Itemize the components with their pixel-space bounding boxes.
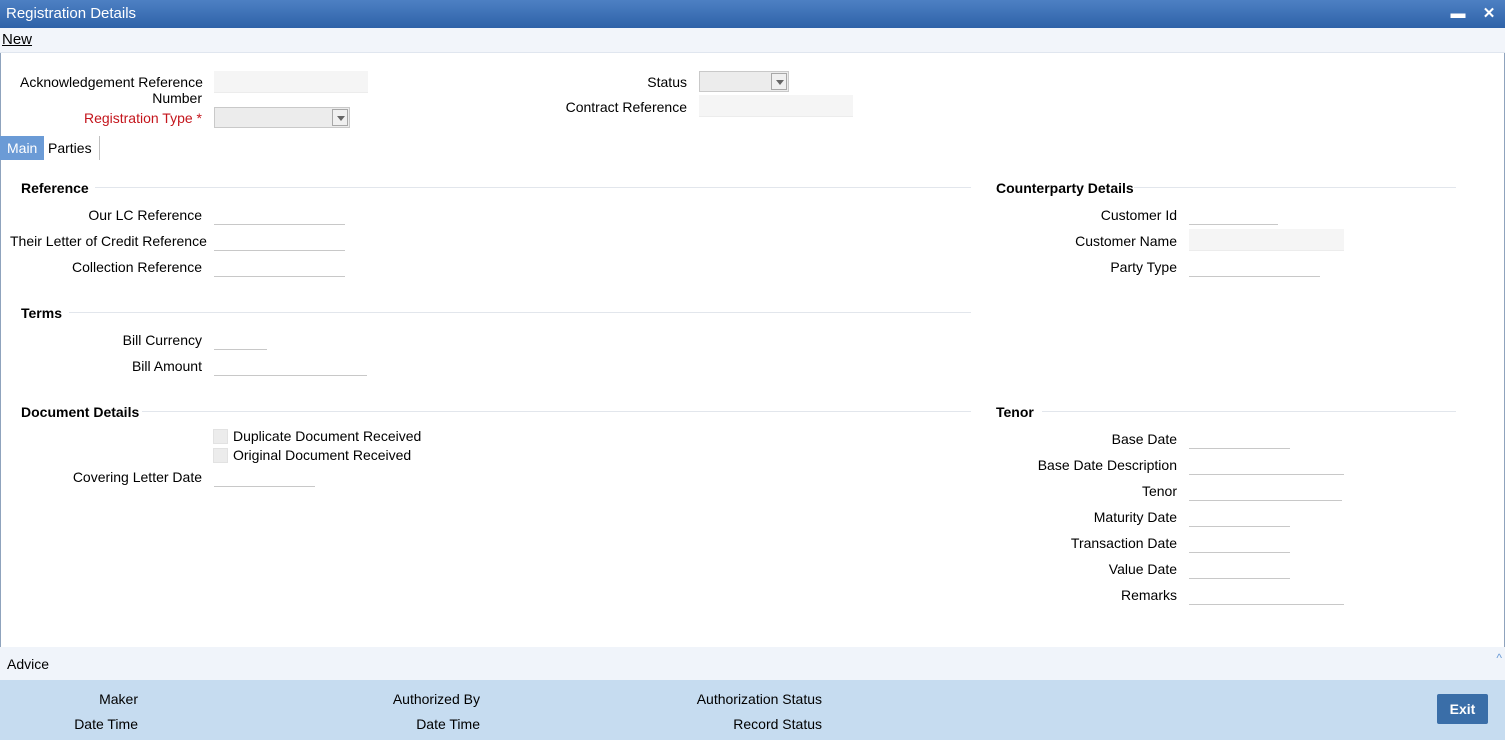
menu-bar: New bbox=[0, 28, 1505, 53]
base-date-input[interactable] bbox=[1189, 427, 1290, 449]
customer-id-input[interactable] bbox=[1189, 203, 1278, 225]
maturity-date-input[interactable] bbox=[1189, 505, 1290, 527]
value-date-input[interactable] bbox=[1189, 557, 1290, 579]
maker-label: Maker bbox=[99, 691, 138, 707]
ack-ref-input[interactable] bbox=[214, 71, 368, 93]
required-marker: * bbox=[196, 110, 202, 126]
terms-section-title: Terms bbox=[21, 305, 62, 321]
our-lc-ref-input[interactable] bbox=[214, 203, 345, 225]
collection-ref-input[interactable] bbox=[214, 255, 345, 277]
value-date-label: Value Date bbox=[1108, 561, 1177, 577]
record-status-label: Record Status bbox=[733, 716, 822, 732]
window-titlebar: Registration Details ▬ ✕ bbox=[0, 0, 1505, 28]
section-divider bbox=[69, 312, 971, 313]
maturity-date-label: Maturity Date bbox=[1093, 509, 1177, 525]
section-divider bbox=[95, 187, 971, 188]
exit-button[interactable]: Exit bbox=[1437, 694, 1488, 724]
transaction-date-input[interactable] bbox=[1189, 531, 1290, 553]
maker-date-time-label: Date Time bbox=[74, 716, 138, 732]
duplicate-doc-label: Duplicate Document Received bbox=[233, 428, 422, 444]
tab-main[interactable]: Main bbox=[0, 136, 45, 160]
reference-section-title: Reference bbox=[21, 180, 89, 196]
party-type-label: Party Type bbox=[1110, 259, 1177, 275]
their-lc-ref-input[interactable] bbox=[214, 229, 345, 251]
transaction-date-label: Transaction Date bbox=[1070, 535, 1177, 551]
customer-name-input[interactable] bbox=[1189, 229, 1344, 251]
status-select[interactable] bbox=[699, 71, 789, 92]
bill-currency-label: Bill Currency bbox=[122, 332, 202, 348]
status-label: Status bbox=[647, 74, 687, 90]
reg-type-select[interactable] bbox=[214, 107, 350, 128]
counterparty-section-title: Counterparty Details bbox=[996, 180, 1134, 196]
bill-amount-label: Bill Amount bbox=[131, 358, 202, 374]
original-doc-label: Original Document Received bbox=[233, 447, 412, 463]
base-date-label: Base Date bbox=[1111, 431, 1177, 447]
authorized-by-label: Authorized By bbox=[392, 691, 480, 707]
duplicate-doc-checkbox[interactable] bbox=[213, 429, 228, 444]
bill-currency-input[interactable] bbox=[214, 328, 267, 350]
new-link[interactable]: New bbox=[2, 31, 32, 48]
covering-letter-date-label: Covering Letter Date bbox=[72, 469, 202, 485]
advice-label: Advice bbox=[7, 656, 50, 672]
tenor-input[interactable] bbox=[1189, 479, 1342, 501]
tenor-label: Tenor bbox=[1141, 483, 1177, 499]
remarks-input[interactable] bbox=[1189, 583, 1344, 605]
customer-name-label: Customer Name bbox=[1075, 233, 1177, 249]
original-doc-checkbox[interactable] bbox=[213, 448, 228, 463]
their-lc-ref-label: Their Letter of Credit Reference bbox=[10, 233, 207, 249]
customer-id-label: Customer Id bbox=[1100, 207, 1177, 223]
window-title: Registration Details bbox=[6, 5, 137, 22]
chevron-down-icon[interactable] bbox=[332, 109, 348, 126]
section-divider bbox=[142, 411, 971, 412]
section-divider bbox=[1134, 187, 1456, 188]
chevron-down-icon[interactable] bbox=[771, 73, 787, 90]
bill-amount-input[interactable] bbox=[214, 354, 367, 376]
covering-letter-date-input[interactable] bbox=[214, 465, 315, 487]
contract-ref-label: Contract Reference bbox=[565, 99, 687, 115]
document-section-title: Document Details bbox=[21, 404, 140, 420]
base-date-desc-input[interactable] bbox=[1189, 453, 1344, 475]
tenor-section-title: Tenor bbox=[996, 404, 1034, 420]
remarks-label: Remarks bbox=[1120, 587, 1177, 603]
reg-type-label: Registration Type * bbox=[83, 110, 202, 126]
close-icon[interactable]: ✕ bbox=[1478, 3, 1500, 25]
advice-bar[interactable]: Advice ^ bbox=[0, 647, 1505, 680]
checker-date-time-label: Date Time bbox=[416, 716, 480, 732]
base-date-desc-label: Base Date Description bbox=[1037, 457, 1177, 473]
authorization-status-label: Authorization Status bbox=[696, 691, 822, 707]
collection-ref-label: Collection Reference bbox=[72, 259, 202, 275]
section-divider bbox=[1042, 411, 1456, 412]
our-lc-ref-label: Our LC Reference bbox=[88, 207, 202, 223]
contract-ref-input[interactable] bbox=[699, 95, 853, 117]
minimize-icon[interactable]: ▬ bbox=[1447, 3, 1469, 25]
ack-ref-label: Acknowledgement Reference Number bbox=[20, 74, 203, 106]
tab-parties[interactable]: Parties bbox=[41, 136, 100, 160]
chevron-up-icon[interactable]: ^ bbox=[1496, 651, 1502, 665]
party-type-input[interactable] bbox=[1189, 255, 1320, 277]
